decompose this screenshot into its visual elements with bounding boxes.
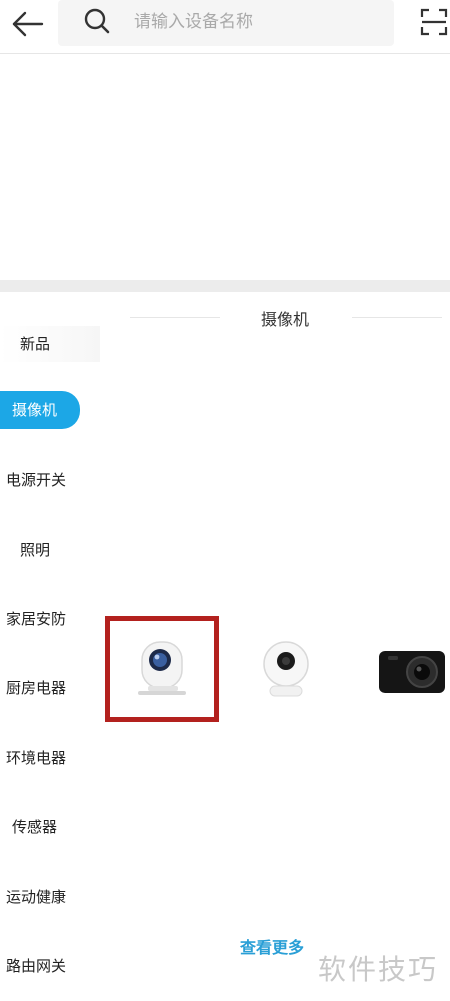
sidebar-item-label: 新品 <box>20 335 51 353</box>
search-input[interactable] <box>134 8 374 36</box>
search-box[interactable] <box>58 0 394 46</box>
sidebar-item-kitchen-appliances[interactable]: 厨房电器 <box>0 670 100 706</box>
sidebar-item-label: 传感器 <box>12 818 58 836</box>
title-divider-right <box>352 317 442 318</box>
sidebar-item-label: 照明 <box>20 541 51 559</box>
sidebar-item-camera[interactable]: 摄像机 <box>0 391 80 429</box>
sidebar-item-sports-health[interactable]: 运动健康 <box>0 879 100 915</box>
search-icon <box>84 8 110 34</box>
sidebar-item-label: 摄像机 <box>12 401 58 419</box>
view-more-link[interactable]: 查看更多 <box>240 934 304 958</box>
sidebar-item-label: 厨房电器 <box>6 679 67 697</box>
sidebar-item-sensors[interactable]: 传感器 <box>0 809 100 845</box>
watermark: 软件技巧 <box>318 953 439 986</box>
sidebar-item-label: 运动健康 <box>6 888 67 906</box>
device-item-camera-2[interactable] <box>232 620 342 720</box>
scan-button[interactable] <box>418 6 450 38</box>
section-title: 摄像机 <box>261 310 310 329</box>
sidebar-item-environment-appliances[interactable]: 环境电器 <box>0 740 100 776</box>
category-sidebar: 新品 摄像机 电源开关 照明 家居安防 厨房电器 环境电器 传感器 运动健康 路… <box>0 292 100 1001</box>
top-bar <box>0 0 450 54</box>
dome-camera-product-image <box>263 641 309 697</box>
banner-area <box>0 55 450 280</box>
sidebar-item-label: 家居安防 <box>6 610 67 628</box>
scan-icon <box>420 8 448 36</box>
sidebar-item-label: 路由网关 <box>6 957 67 975</box>
sidebar-item-home-security[interactable]: 家居安防 <box>0 601 100 637</box>
sidebar-item-router-gateway[interactable]: 路由网关 <box>0 948 100 984</box>
sidebar-item-new[interactable]: 新品 <box>0 326 100 362</box>
sidebar-item-label: 电源开关 <box>6 471 67 489</box>
action-camera-product-image <box>379 651 445 693</box>
selected-device-highlight <box>105 616 219 722</box>
sidebar-item-label: 环境电器 <box>6 749 67 767</box>
back-button[interactable] <box>8 4 48 44</box>
section-divider <box>0 280 450 292</box>
sidebar-item-power-switch[interactable]: 电源开关 <box>0 462 100 498</box>
device-item-camera-3[interactable] <box>340 620 450 720</box>
arrow-left-icon <box>12 11 44 37</box>
sidebar-item-lighting[interactable]: 照明 <box>0 532 100 568</box>
title-divider-left <box>130 317 220 318</box>
